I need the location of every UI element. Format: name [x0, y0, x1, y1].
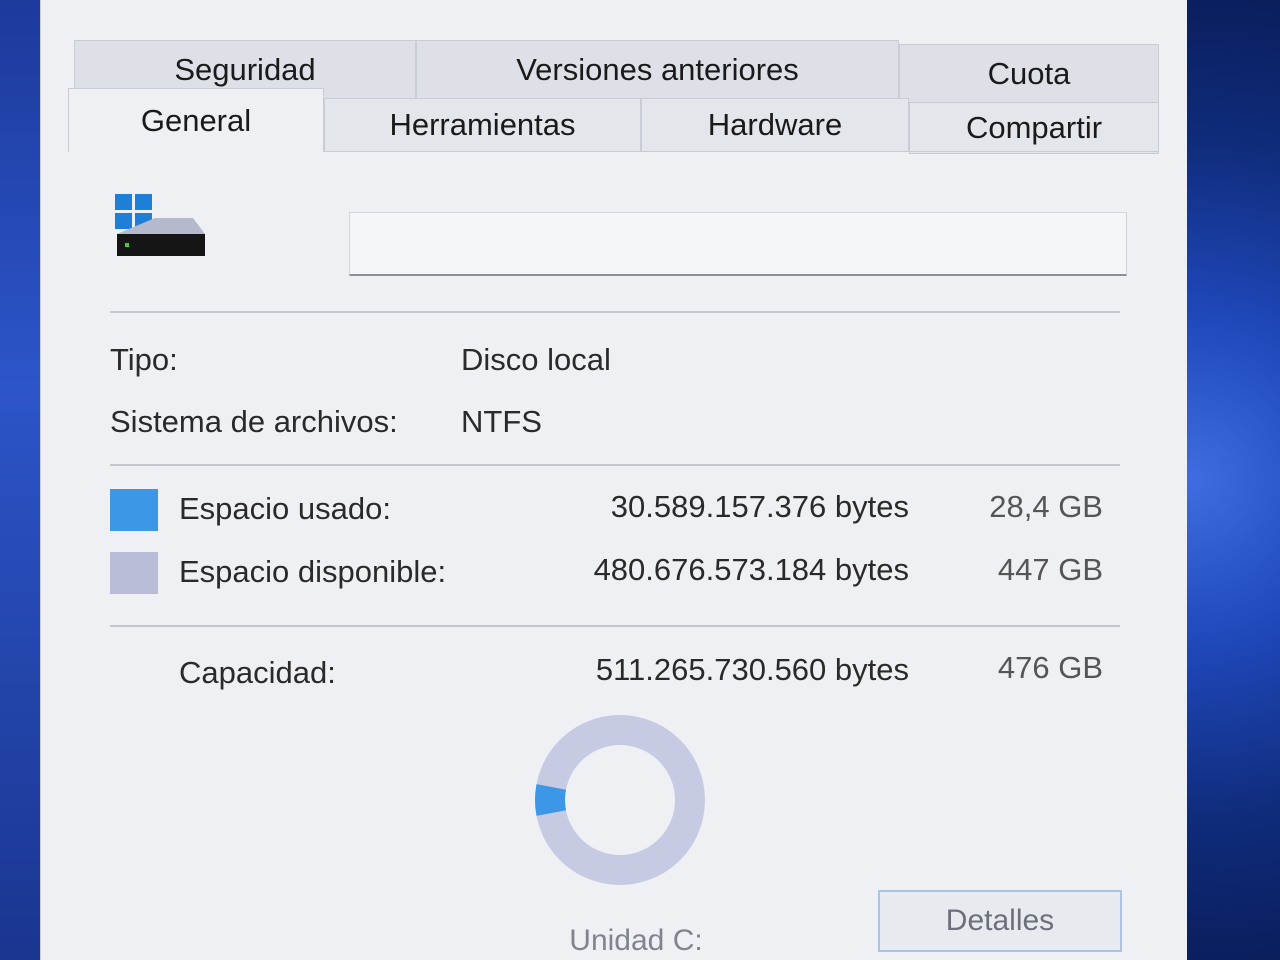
used-space-swatch [110, 489, 158, 531]
drive-label: Unidad C: [569, 924, 703, 957]
filesystem-label: Sistema de archivos: [110, 404, 398, 439]
separator [110, 311, 1120, 313]
drive-icon [115, 194, 205, 256]
tab-general[interactable]: General [68, 88, 324, 152]
separator [110, 464, 1120, 466]
capacity-size: 476 GB [997, 650, 1103, 685]
tab-herramientas[interactable]: Herramientas [324, 98, 641, 152]
tab-compartir[interactable]: Compartir [909, 102, 1159, 154]
details-button[interactable]: Detalles [878, 890, 1122, 952]
capacity-bytes: 511.265.730.560 bytes [595, 652, 909, 687]
tab-versiones-anteriores[interactable]: Versiones anteriores [416, 40, 899, 100]
free-space-size: 447 GB [997, 552, 1103, 587]
free-space-ring [535, 715, 705, 885]
tab-cuota[interactable]: Cuota [899, 44, 1159, 104]
tab-strip-border [324, 151, 1159, 152]
properties-dialog: Seguridad Versiones anteriores Cuota Gen… [40, 0, 1187, 960]
tipo-label: Tipo: [110, 342, 178, 377]
used-space-label: Espacio usado: [179, 491, 391, 526]
used-space-size: 28,4 GB [989, 489, 1103, 524]
free-space-label: Espacio disponible: [179, 554, 447, 589]
used-space-bytes: 30.589.157.376 bytes [610, 489, 909, 524]
free-space-bytes: 480.676.573.184 bytes [593, 552, 909, 587]
tab-hardware[interactable]: Hardware [641, 98, 909, 152]
volume-name-input[interactable] [349, 212, 1127, 276]
used-space-arc [535, 784, 567, 816]
tipo-value: Disco local [461, 342, 611, 377]
usage-donut-chart [535, 715, 705, 885]
free-space-swatch [110, 552, 158, 594]
filesystem-value: NTFS [461, 404, 542, 439]
capacity-label: Capacidad: [179, 655, 336, 690]
separator [110, 625, 1120, 627]
